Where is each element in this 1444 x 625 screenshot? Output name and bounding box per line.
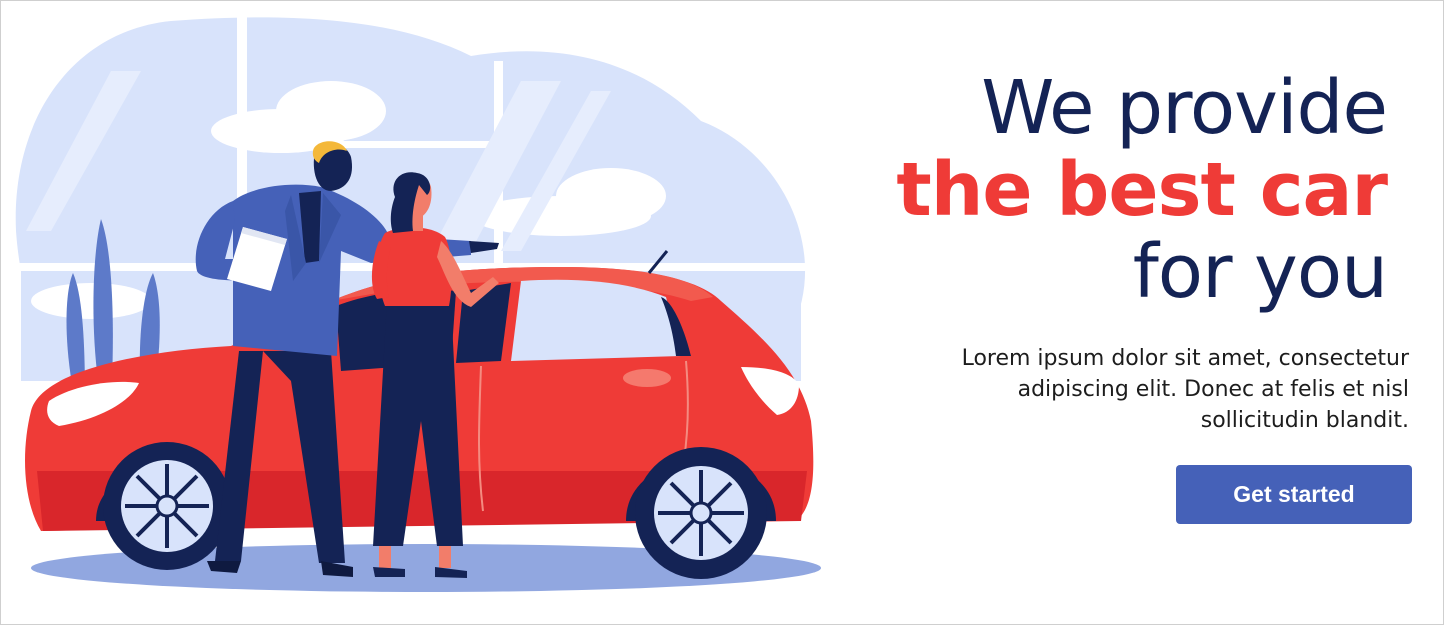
- description-line-2: adipiscing elit. Donec at felis et nisl: [1017, 377, 1409, 402]
- headline-line-2: the best car: [896, 147, 1388, 233]
- rear-wheel: [635, 447, 767, 579]
- get-started-button[interactable]: Get started: [1176, 465, 1412, 524]
- hero-headline: We provide the best car for you: [827, 65, 1388, 315]
- car-showroom-illustration: [15, 16, 821, 592]
- hero-description: Lorem ipsum dolor sit amet, consectetur …: [849, 343, 1409, 436]
- front-wheel: [103, 442, 231, 570]
- hero-banner: We provide the best car for you Lorem ip…: [0, 0, 1444, 625]
- description-line-1: Lorem ipsum dolor sit amet, consectetur: [961, 346, 1409, 371]
- description-line-3: sollicitudin blandit.: [1200, 408, 1409, 433]
- headline-line-1: We provide: [981, 65, 1388, 151]
- headline-line-3: for you: [1132, 229, 1388, 315]
